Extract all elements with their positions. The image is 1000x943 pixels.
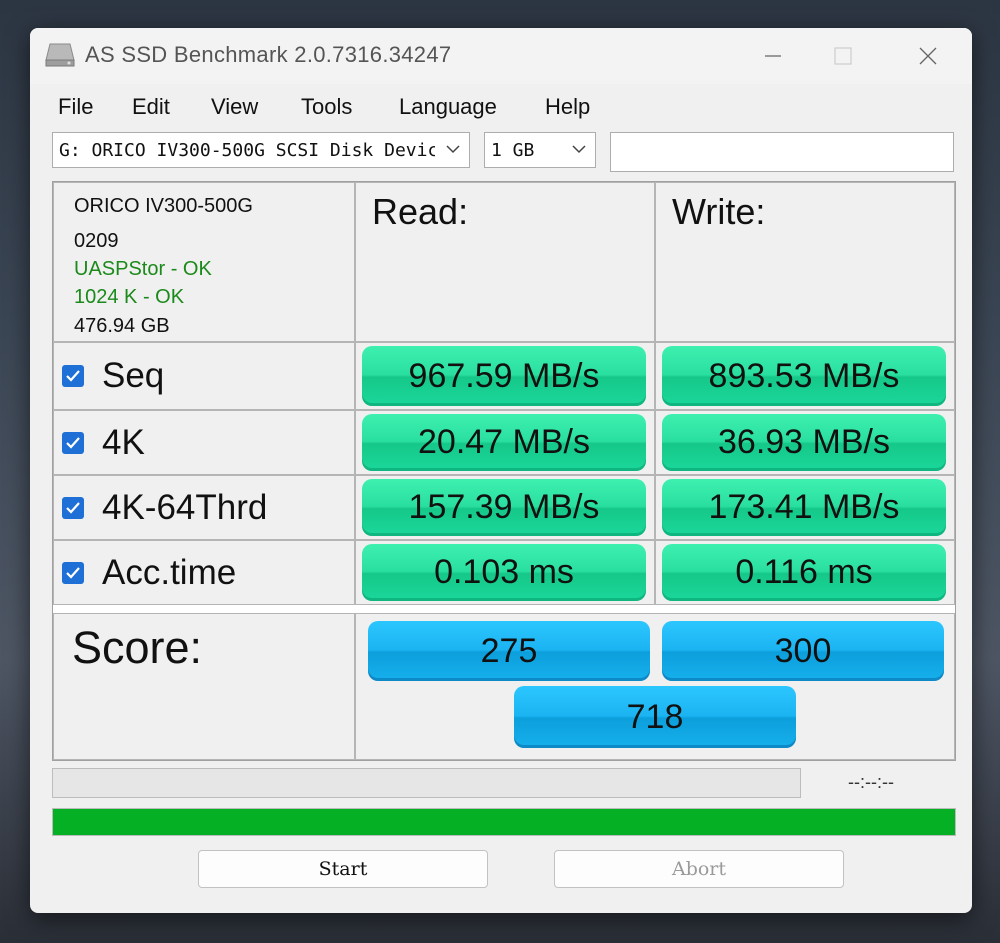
drive-icon [45,43,75,67]
start-button[interactable]: Start [198,850,488,888]
4k-64thrd-write-cell: 173.41 MB/s [655,475,955,540]
size-select[interactable]: 1 GB [484,132,596,168]
write-header-cell: Write: [655,182,955,342]
progress-fill [53,809,955,835]
4k-write-cell: 36.93 MB/s [655,410,955,475]
4k-64thrd-checkbox[interactable] [62,496,84,519]
acc-time-checkbox[interactable] [62,561,84,584]
acc-time-read-result: 0.103 ms [362,544,646,601]
progress-bar [52,808,956,836]
menu-edit[interactable]: Edit [132,94,170,120]
read-score: 275 [368,621,650,681]
write-score: 300 [662,621,944,681]
title-bar: AS SSD Benchmark 2.0.7316.34247 [30,28,972,84]
test-4k[interactable]: 4K [62,411,145,474]
4k-label: 4K [102,422,145,462]
score-values-cell: 275 300 718 [355,613,955,760]
drive-info-cell: ORICO IV300-500G 0209 UASPStor - OK 1024… [53,182,355,342]
check-icon [66,436,80,449]
close-icon [919,47,937,65]
seq-read-result: 967.59 MB/s [362,346,646,406]
results-grid: ORICO IV300-500G 0209 UASPStor - OK 1024… [52,181,956,761]
4k-64thrd-read-cell: 157.39 MB/s [355,475,655,540]
4k-64thrd-label: 4K-64Thrd [102,487,268,527]
menu-tools[interactable]: Tools [301,94,352,120]
acc-time-write-result: 0.116 ms [662,544,946,601]
test-4k-64thrd[interactable]: 4K-64Thrd [62,476,267,539]
maximize-icon [834,47,852,65]
menu-help[interactable]: Help [545,94,590,120]
test-acc-time[interactable]: Acc.time [62,541,236,604]
window-title: AS SSD Benchmark 2.0.7316.34247 [85,42,452,67]
minimize-icon [765,55,781,57]
4k-read-result: 20.47 MB/s [362,414,646,471]
check-icon [66,566,80,579]
seq-read-cell: 967.59 MB/s [355,342,655,410]
drive-select-value: G: ORICO IV300-500G SCSI Disk Device [59,140,435,161]
check-icon [66,501,80,514]
test-row-label-cell: 4K-64Thrd [53,475,355,540]
chevron-down-icon [572,145,586,154]
drive-model: ORICO IV300-500G [74,195,253,217]
4k-checkbox[interactable] [62,431,84,454]
read-header: Read: [372,191,469,232]
seq-write-cell: 893.53 MB/s [655,342,955,410]
maximize-button[interactable] [820,38,866,74]
driver-status: UASPStor - OK [74,258,212,280]
seq-label: Seq [102,356,165,395]
drive-capacity: 476.94 GB [74,315,170,337]
seq-checkbox[interactable] [62,365,84,387]
size-select-value: 1 GB [491,140,535,161]
acc-time-label: Acc.time [102,552,237,592]
menu-view[interactable]: View [211,94,258,120]
drive-firmware: 0209 [74,230,119,252]
seq-write-result: 893.53 MB/s [662,346,946,406]
text-field[interactable] [610,132,954,172]
check-icon [66,370,80,382]
4k-64thrd-read-result: 157.39 MB/s [362,479,646,536]
write-header: Write: [672,191,766,232]
chevron-down-icon [446,145,460,154]
total-score: 718 [514,686,796,748]
4k-write-result: 36.93 MB/s [662,414,946,471]
acc-time-write-cell: 0.116 ms [655,540,955,605]
app-window: AS SSD Benchmark 2.0.7316.34247 File Edi… [30,28,972,913]
test-seq[interactable]: Seq [62,343,164,409]
abort-button[interactable]: Abort [554,850,844,888]
score-label-cell: Score: [53,613,355,760]
menu-bar: File Edit View Tools Language Help [30,90,972,128]
drive-select[interactable]: G: ORICO IV300-500G SCSI Disk Device [52,132,470,168]
menu-language[interactable]: Language [399,94,497,120]
test-row-label-cell: Acc.time [53,540,355,605]
test-row-label-cell: Seq [53,342,355,410]
read-header-cell: Read: [355,182,655,342]
minimize-button[interactable] [750,38,796,74]
elapsed-time: --:--:-- [848,772,894,792]
menu-file[interactable]: File [58,94,93,120]
test-row-label-cell: 4K [53,410,355,475]
acc-time-read-cell: 0.103 ms [355,540,655,605]
alignment-status: 1024 K - OK [74,286,185,308]
4k-64thrd-write-result: 173.41 MB/s [662,479,946,536]
close-button[interactable] [905,38,951,74]
status-bar [52,768,801,798]
4k-read-cell: 20.47 MB/s [355,410,655,475]
score-label: Score: [72,622,203,673]
